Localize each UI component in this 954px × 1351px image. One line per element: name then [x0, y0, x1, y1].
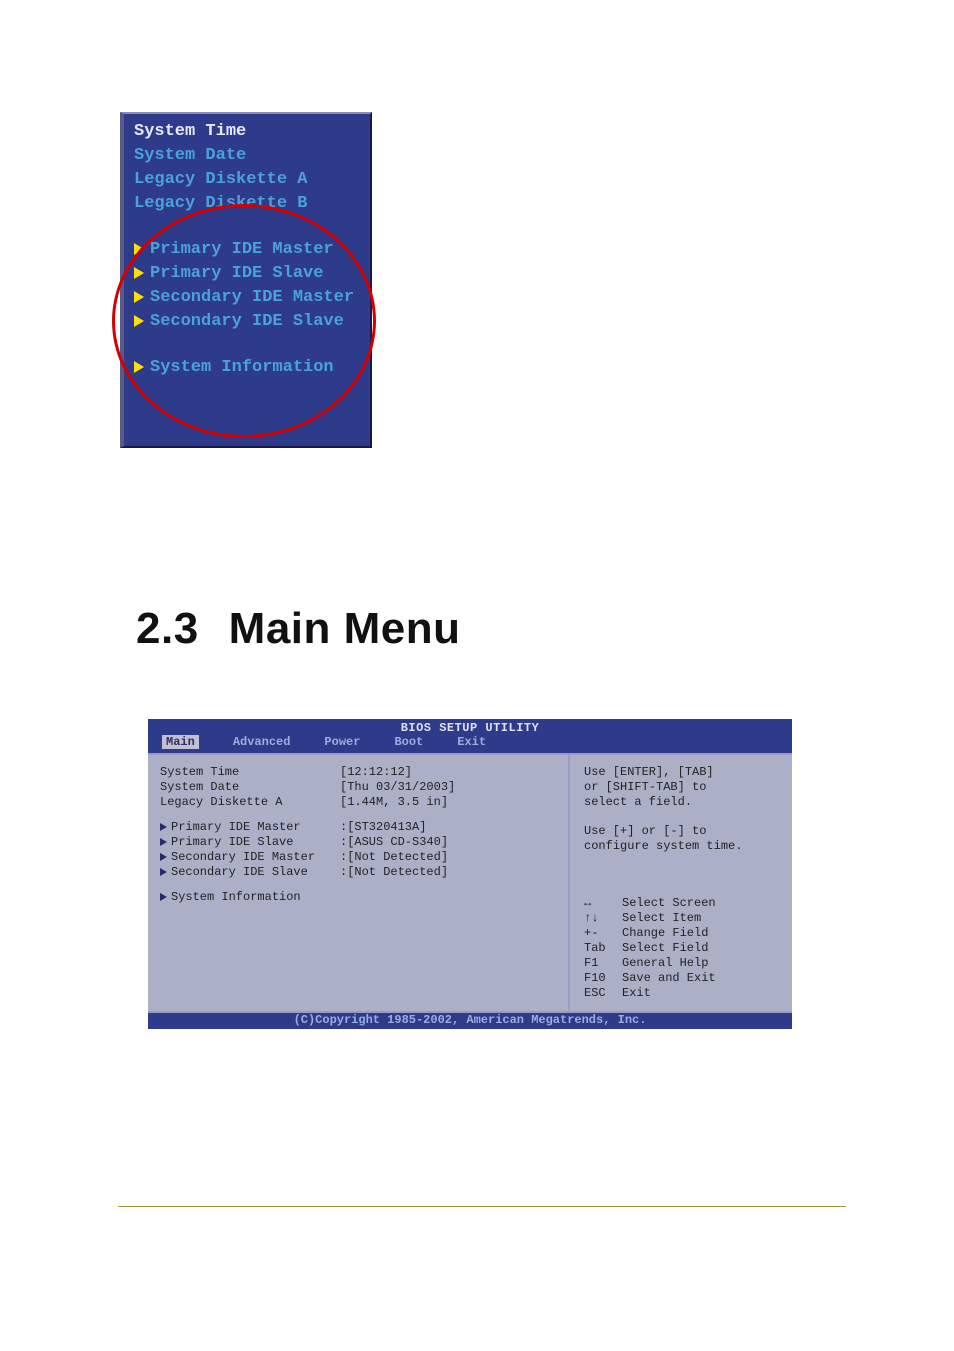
section-heading: 2.3 Main Menu — [136, 604, 461, 654]
bios-main-panel: System Time [12:12:12] System Date [Thu … — [148, 755, 570, 1011]
submenu-arrow-icon — [160, 838, 167, 846]
ide-label: Primary IDE Slave — [171, 835, 293, 849]
section-number: 2.3 — [136, 604, 199, 653]
field-system-date-value[interactable]: [Thu 03/31/2003] — [340, 780, 455, 795]
ide-value: :[ST320413A] — [340, 820, 426, 835]
submenu-arrow-icon — [160, 853, 167, 861]
help-text-2: Use [+] or [-] to configure system time. — [584, 824, 782, 854]
submenu-row[interactable]: Primary IDE Slave :[ASUS CD-S340] — [160, 835, 560, 850]
ide-label: Primary IDE Master — [171, 820, 301, 834]
submenu-arrow-icon — [160, 868, 167, 876]
submenu-arrow-icon — [134, 361, 144, 373]
key: Tab — [584, 941, 622, 956]
field-system-date-label: System Date — [160, 780, 340, 795]
menu-system-time[interactable]: System Time — [134, 122, 246, 141]
submenu-secondary-ide-master[interactable]: Secondary IDE Master — [150, 288, 354, 307]
field-system-time-value[interactable]: [12:12:12] — [340, 765, 412, 780]
submenu-arrow-icon — [134, 267, 144, 279]
submenu-row[interactable]: Primary IDE Master :[ST320413A] — [160, 820, 560, 835]
submenu-primary-ide-slave[interactable]: Primary IDE Slave — [150, 264, 323, 283]
bios-utility-screenshot: BIOS SETUP UTILITY Main Advanced Power Boot… — [148, 719, 792, 1029]
key-desc: Save and Exit — [622, 971, 716, 986]
menu-legacy-diskette-a[interactable]: Legacy Diskette A — [134, 170, 307, 189]
bios-help-panel: Use [ENTER], [TAB] or [SHIFT-TAB] to sel… — [570, 755, 792, 1011]
tab-boot[interactable]: Boot — [394, 735, 423, 749]
submenu-arrow-icon — [160, 893, 167, 901]
submenu-system-information-label: System Information — [171, 890, 301, 904]
submenu-primary-ide-master[interactable]: Primary IDE Master — [150, 240, 334, 259]
key: +- — [584, 926, 622, 941]
submenu-arrow-icon — [134, 315, 144, 327]
key-legend: ↔Select Screen ↑↓Select Item +-Change Fi… — [584, 896, 782, 1001]
tab-power[interactable]: Power — [324, 735, 360, 749]
submenu-secondary-ide-slave[interactable]: Secondary IDE Slave — [150, 312, 344, 331]
key: ↔ — [584, 896, 622, 911]
key-desc: Select Item — [622, 911, 701, 926]
submenu-arrow-icon — [134, 291, 144, 303]
key-desc: Select Field — [622, 941, 708, 956]
menu-legacy-diskette-b[interactable]: Legacy Diskette B — [134, 194, 307, 213]
key-desc: Change Field — [622, 926, 708, 941]
tab-advanced[interactable]: Advanced — [233, 735, 291, 749]
menu-system-date[interactable]: System Date — [134, 146, 246, 165]
submenu-arrow-icon — [160, 823, 167, 831]
tab-exit[interactable]: Exit — [457, 735, 486, 749]
field-legacy-diskette-a-value[interactable]: [1.44M, 3.5 in] — [340, 795, 448, 810]
ide-value: :[ASUS CD-S340] — [340, 835, 448, 850]
tab-main[interactable]: Main — [162, 735, 199, 749]
ide-value: :[Not Detected] — [340, 865, 448, 880]
ide-label: Secondary IDE Slave — [171, 865, 308, 879]
bios-closeup-panel: System Time System Date Legacy Diskette … — [120, 112, 372, 448]
field-system-time-label: System Time — [160, 765, 340, 780]
help-text-1: Use [ENTER], [TAB] or [SHIFT-TAB] to sel… — [584, 765, 782, 810]
ide-value: :[Not Detected] — [340, 850, 448, 865]
key: F1 — [584, 956, 622, 971]
section-title: Main Menu — [229, 604, 461, 653]
key: ↑↓ — [584, 911, 622, 926]
submenu-row[interactable]: Secondary IDE Slave :[Not Detected] — [160, 865, 560, 880]
bios-menu-bar: Main Advanced Power Boot Exit — [148, 735, 792, 753]
bios-copyright: (C)Copyright 1985-2002, American Megatre… — [148, 1011, 792, 1029]
submenu-row[interactable]: System Information — [160, 890, 560, 905]
ide-label: Secondary IDE Master — [171, 850, 315, 864]
key-desc: Select Screen — [622, 896, 716, 911]
field-legacy-diskette-a-label: Legacy Diskette A — [160, 795, 340, 810]
footer-divider — [118, 1206, 846, 1207]
submenu-arrow-icon — [134, 243, 144, 255]
bios-title: BIOS SETUP UTILITY — [148, 719, 792, 735]
key: F10 — [584, 971, 622, 986]
submenu-row[interactable]: Secondary IDE Master :[Not Detected] — [160, 850, 560, 865]
submenu-system-information[interactable]: System Information — [150, 358, 334, 377]
key: ESC — [584, 986, 622, 1001]
key-desc: General Help — [622, 956, 708, 971]
key-desc: Exit — [622, 986, 651, 1001]
